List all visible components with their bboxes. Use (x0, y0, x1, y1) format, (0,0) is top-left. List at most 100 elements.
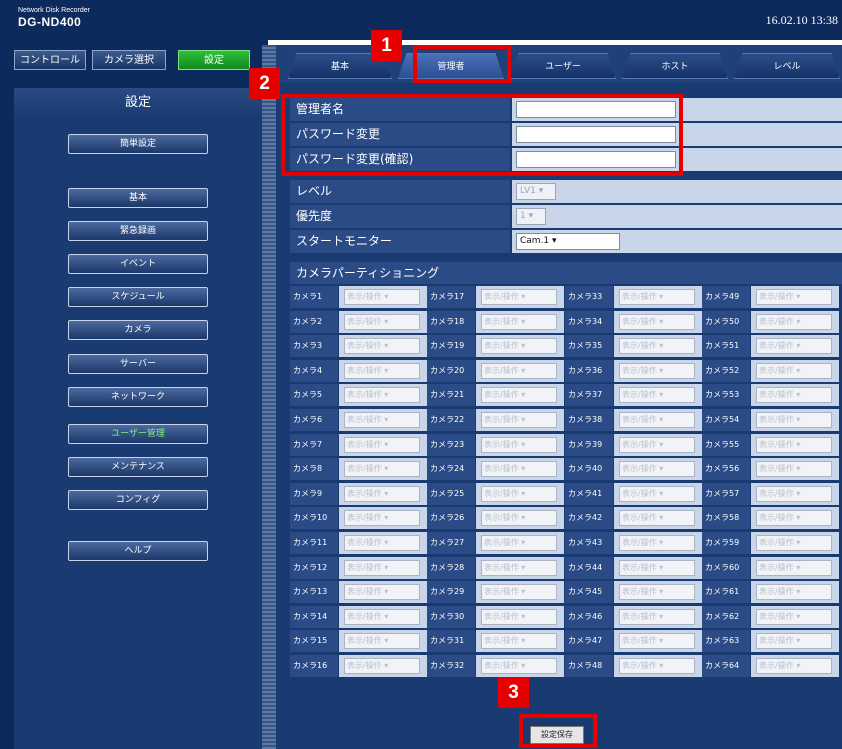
sidebar-item-schedule[interactable]: スケジュール (68, 287, 208, 307)
camera-permission-select[interactable]: 表示/操作 ▾ (344, 658, 420, 674)
tab-host[interactable]: ホスト (622, 53, 728, 79)
camera-permission-select[interactable]: 表示/操作 ▾ (344, 584, 420, 600)
camera-permission-select[interactable]: 表示/操作 ▾ (344, 560, 420, 576)
sidebar-item-camera[interactable]: カメラ (68, 320, 208, 340)
camera-permission-select[interactable]: 表示/操作 ▾ (344, 289, 420, 305)
camera-permission-select[interactable]: 表示/操作 ▾ (619, 658, 695, 674)
camera-permission-select[interactable]: 表示/操作 ▾ (619, 609, 695, 625)
camera-permission-select[interactable]: 表示/操作 ▾ (756, 584, 832, 600)
camera-label: カメラ49 (702, 286, 750, 308)
sidebar-item-user-management[interactable]: ユーザー管理 (68, 424, 208, 444)
camera-permission-select[interactable]: 表示/操作 ▾ (619, 584, 695, 600)
camera-permission-select[interactable]: 表示/操作 ▾ (756, 437, 832, 453)
camera-permission-select[interactable]: 表示/操作 ▾ (344, 633, 420, 649)
camera-permission-select[interactable]: 表示/操作 ▾ (481, 560, 557, 576)
camera-permission-select[interactable]: 表示/操作 ▾ (756, 560, 832, 576)
camera-permission-select[interactable]: 表示/操作 ▾ (756, 486, 832, 502)
camera-permission-select[interactable]: 表示/操作 ▾ (756, 387, 832, 403)
camera-permission-select[interactable]: 表示/操作 ▾ (344, 338, 420, 354)
callout-box-3 (519, 714, 597, 748)
tab-level[interactable]: レベル (734, 53, 840, 79)
camera-label: カメラ35 (565, 335, 613, 357)
camera-permission-select[interactable]: 表示/操作 ▾ (481, 289, 557, 305)
camera-permission-select[interactable]: 表示/操作 ▾ (619, 461, 695, 477)
camera-permission-select[interactable]: 表示/操作 ▾ (619, 633, 695, 649)
camera-permission-select[interactable]: 表示/操作 ▾ (344, 486, 420, 502)
camera-permission-select[interactable]: 表示/操作 ▾ (481, 486, 557, 502)
camera-label: カメラ54 (702, 409, 750, 431)
sidebar-item-basic[interactable]: 基本 (68, 188, 208, 208)
camera-permission-select[interactable]: 表示/操作 ▾ (344, 609, 420, 625)
camera-partition-cell: カメラ27 表示/操作 ▾ (427, 532, 564, 554)
camera-permission-select[interactable]: 表示/操作 ▾ (756, 658, 832, 674)
camera-permission-select[interactable]: 表示/操作 ▾ (756, 461, 832, 477)
camera-permission-select[interactable]: 表示/操作 ▾ (344, 363, 420, 379)
priority-select[interactable]: 1 ▾ (516, 208, 546, 225)
camera-permission-select[interactable]: 表示/操作 ▾ (756, 314, 832, 330)
camera-permission-select[interactable]: 表示/操作 ▾ (619, 412, 695, 428)
sidebar-item-easy-setup[interactable]: 簡単設定 (68, 134, 208, 154)
mode-button-settings[interactable]: 設定 (178, 50, 250, 70)
camera-partition-cell: カメラ24 表示/操作 ▾ (427, 458, 564, 480)
camera-permission-select[interactable]: 表示/操作 ▾ (619, 314, 695, 330)
camera-permission-select[interactable]: 表示/操作 ▾ (756, 633, 832, 649)
camera-permission-select[interactable]: 表示/操作 ▾ (344, 510, 420, 526)
camera-permission-select[interactable]: 表示/操作 ▾ (481, 609, 557, 625)
camera-permission-select[interactable]: 表示/操作 ▾ (619, 437, 695, 453)
camera-permission-select[interactable]: 表示/操作 ▾ (619, 289, 695, 305)
camera-permission-select[interactable]: 表示/操作 ▾ (619, 560, 695, 576)
camera-permission-select[interactable]: 表示/操作 ▾ (344, 412, 420, 428)
camera-label: カメラ22 (427, 409, 475, 431)
camera-permission-select[interactable]: 表示/操作 ▾ (619, 338, 695, 354)
camera-permission-select[interactable]: 表示/操作 ▾ (756, 510, 832, 526)
camera-permission-select[interactable]: 表示/操作 ▾ (481, 412, 557, 428)
camera-permission-select[interactable]: 表示/操作 ▾ (481, 461, 557, 477)
camera-permission-select[interactable]: 表示/操作 ▾ (344, 314, 420, 330)
camera-permission-select[interactable]: 表示/操作 ▾ (344, 535, 420, 551)
camera-permission-select[interactable]: 表示/操作 ▾ (756, 338, 832, 354)
camera-permission-select[interactable]: 表示/操作 ▾ (344, 437, 420, 453)
camera-permission-select[interactable]: 表示/操作 ▾ (756, 609, 832, 625)
camera-permission-select[interactable]: 表示/操作 ▾ (481, 338, 557, 354)
level-row: レベル LV1 ▾ (290, 180, 842, 203)
sidebar-item-config[interactable]: コンフィグ (68, 490, 208, 510)
camera-permission-select[interactable]: 表示/操作 ▾ (481, 584, 557, 600)
tab-user[interactable]: ユーザー (510, 53, 616, 79)
camera-permission-select[interactable]: 表示/操作 ▾ (619, 387, 695, 403)
camera-permission-select[interactable]: 表示/操作 ▾ (344, 387, 420, 403)
camera-permission-select[interactable]: 表示/操作 ▾ (481, 658, 557, 674)
camera-permission-select[interactable]: 表示/操作 ▾ (481, 314, 557, 330)
camera-permission-select[interactable]: 表示/操作 ▾ (481, 437, 557, 453)
sidebar-item-help[interactable]: ヘルプ (68, 541, 208, 561)
start-monitor-select[interactable]: Cam.1 ▾ (516, 233, 620, 250)
sidebar-item-maintenance[interactable]: メンテナンス (68, 457, 208, 477)
mode-button-control[interactable]: コントロール (14, 50, 86, 70)
camera-permission-select[interactable]: 表示/操作 ▾ (619, 510, 695, 526)
camera-label: カメラ60 (702, 557, 750, 579)
camera-partition-cell: カメラ63 表示/操作 ▾ (702, 630, 839, 652)
mode-button-camera-select[interactable]: カメラ選択 (92, 50, 166, 70)
camera-permission-select[interactable]: 表示/操作 ▾ (756, 289, 832, 305)
camera-permission-select[interactable]: 表示/操作 ▾ (619, 535, 695, 551)
camera-partition-cell: カメラ15 表示/操作 ▾ (290, 630, 427, 652)
camera-permission-select[interactable]: 表示/操作 ▾ (756, 412, 832, 428)
camera-permission-select[interactable]: 表示/操作 ▾ (481, 535, 557, 551)
level-select[interactable]: LV1 ▾ (516, 183, 556, 200)
sidebar-item-network[interactable]: ネットワーク (68, 387, 208, 407)
camera-partition-cell: カメラ42 表示/操作 ▾ (565, 507, 702, 529)
camera-permission-select[interactable]: 表示/操作 ▾ (481, 387, 557, 403)
camera-partition-cell: カメラ50 表示/操作 ▾ (702, 311, 839, 333)
sidebar-item-event[interactable]: イベント (68, 254, 208, 274)
camera-permission-select[interactable]: 表示/操作 ▾ (756, 363, 832, 379)
camera-permission-select[interactable]: 表示/操作 ▾ (756, 535, 832, 551)
camera-permission-select[interactable]: 表示/操作 ▾ (619, 486, 695, 502)
camera-permission-select[interactable]: 表示/操作 ▾ (481, 510, 557, 526)
camera-permission-select[interactable]: 表示/操作 ▾ (481, 633, 557, 649)
camera-permission-select[interactable]: 表示/操作 ▾ (619, 363, 695, 379)
camera-partition-cell: カメラ39 表示/操作 ▾ (565, 434, 702, 456)
camera-permission-select[interactable]: 表示/操作 ▾ (344, 461, 420, 477)
sidebar-item-emergency-record[interactable]: 緊急録画 (68, 221, 208, 241)
sidebar-item-server[interactable]: サーバー (68, 354, 208, 374)
camera-label: カメラ8 (290, 458, 338, 480)
camera-permission-select[interactable]: 表示/操作 ▾ (481, 363, 557, 379)
